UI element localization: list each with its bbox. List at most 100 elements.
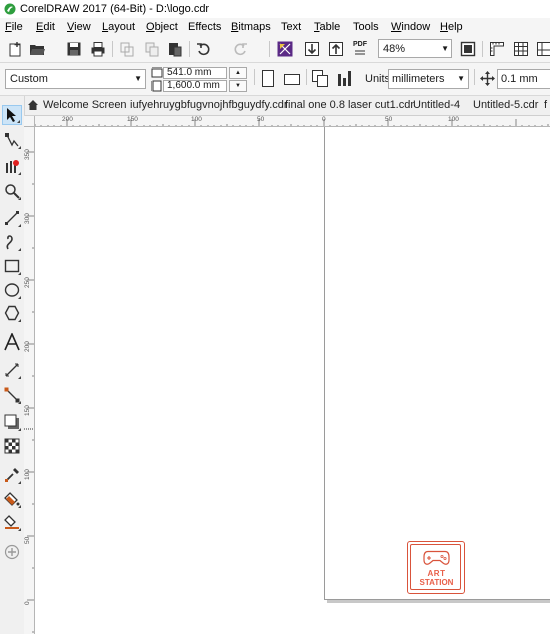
flyout-indicator-icon (18, 146, 21, 149)
tab-document[interactable]: iufyehruygbfugvnojhfbguydfy.cdr (130, 99, 288, 111)
full-screen-preview-icon[interactable] (458, 39, 478, 59)
units-value: millimeters (392, 73, 445, 85)
flyout-indicator-icon (18, 319, 21, 322)
nudge-distance-icon (480, 71, 495, 86)
show-rulers-icon[interactable] (487, 39, 507, 59)
ruler-tick-label: 350 (24, 149, 31, 160)
ruler-origin-corner[interactable] (24, 116, 35, 127)
menu-edit[interactable]: Edit (36, 21, 55, 33)
tab-document[interactable]: Untitled-5.cdr (473, 99, 538, 111)
artistic-media-tool-icon[interactable] (2, 232, 22, 252)
flyout-indicator-icon (18, 296, 21, 299)
menu-file[interactable]: File (5, 21, 23, 33)
export-icon[interactable] (326, 39, 346, 59)
standard-toolbar: ▼ ▼ ▼ PDF (0, 36, 550, 89)
drawing-canvas[interactable]: ART STATION (35, 127, 550, 634)
add-tool-icon[interactable] (2, 542, 22, 562)
current-page-icon[interactable] (337, 70, 353, 87)
units-combo[interactable]: millimeters ▼ (388, 69, 469, 89)
page-height-field[interactable]: 1,600.0 mm (163, 80, 227, 92)
menu-view[interactable]: View (67, 21, 91, 33)
flyout-indicator-icon (18, 401, 21, 404)
pick-tool-icon[interactable] (2, 105, 22, 125)
home-icon[interactable] (27, 99, 39, 111)
undo-icon[interactable] (194, 39, 214, 59)
polygon-tool-icon[interactable] (2, 303, 22, 323)
connector-tool-icon[interactable] (2, 385, 22, 405)
chevron-down-icon[interactable]: ▼ (441, 44, 449, 53)
page-height-stepper[interactable]: ▼ (229, 80, 247, 92)
show-guidelines-icon[interactable] (534, 39, 550, 59)
art-station-logo[interactable]: ART STATION (407, 541, 465, 594)
parallel-dimension-tool-icon[interactable] (2, 360, 22, 380)
menu-object[interactable]: Object (146, 21, 178, 33)
document-tab-bar: Welcome Screen iufyehruygbfugvnojhfbguyd… (24, 96, 550, 116)
interactive-fill-tool-icon[interactable] (2, 489, 22, 509)
menu-bitmaps[interactable]: Bitmaps (231, 21, 271, 33)
redo-icon[interactable] (230, 39, 250, 59)
paste-icon[interactable] (165, 39, 185, 59)
page-width-stepper[interactable]: ▲ (229, 67, 247, 79)
logo-inner-frame: ART STATION (410, 544, 461, 590)
flyout-indicator-icon (18, 376, 21, 379)
nudge-distance-field[interactable]: 0.1 mm (497, 69, 550, 89)
page-size-preset-combo[interactable]: Custom ▼ (5, 69, 146, 89)
freehand-tool-icon[interactable] (2, 208, 22, 228)
search-content-icon[interactable] (275, 39, 295, 59)
flyout-indicator-icon (18, 428, 21, 431)
menu-window[interactable]: Window (391, 21, 430, 33)
transparency-tool-icon[interactable] (2, 436, 22, 456)
show-grid-icon[interactable] (511, 39, 531, 59)
save-icon[interactable] (64, 39, 84, 59)
cut-icon[interactable] (117, 39, 137, 59)
landscape-orientation-icon[interactable] (284, 74, 300, 85)
rectangle-tool-icon[interactable] (2, 256, 22, 276)
flyout-indicator-icon (18, 481, 21, 484)
horizontal-ruler[interactable]: 200 150 100 50 0 50 100 (35, 116, 550, 127)
import-icon[interactable] (302, 39, 322, 59)
toolbox (0, 96, 25, 634)
all-pages-icon[interactable] (312, 70, 328, 87)
publish-pdf-icon[interactable]: PDF (350, 39, 370, 59)
page-height-icon (151, 80, 162, 92)
page-size-preset-value: Custom (10, 73, 48, 85)
shape-tool-icon[interactable] (2, 130, 22, 150)
page-width-field[interactable]: 541.0 mm (163, 67, 227, 79)
tab-overflow-indicator[interactable]: f (544, 99, 547, 111)
menu-effects[interactable]: Effects (188, 21, 221, 33)
menu-layout[interactable]: Layout (102, 21, 135, 33)
ellipse-tool-icon[interactable] (2, 280, 22, 300)
crop-tool-icon[interactable] (2, 156, 22, 176)
menu-help[interactable]: Help (440, 21, 463, 33)
ruler-tick-label: 200 (62, 116, 73, 123)
vertical-ruler[interactable]: 350 300 250 200 150 100 50 0 (24, 127, 35, 634)
pdf-label: PDF (353, 41, 367, 48)
menu-text[interactable]: Text (281, 21, 301, 33)
print-icon[interactable] (88, 39, 108, 59)
tab-welcome-screen[interactable]: Welcome Screen (43, 99, 127, 111)
open-icon[interactable] (28, 39, 48, 59)
eyedropper-tool-icon[interactable] (2, 465, 22, 485)
drop-shadow-tool-icon[interactable] (2, 412, 22, 432)
title-bar: CorelDRAW 2017 (64-Bit) - D:\logo.cdr (0, 0, 550, 18)
toolbar-separator (189, 41, 190, 57)
copy-icon[interactable] (142, 39, 162, 59)
smart-fill-tool-icon[interactable] (2, 512, 22, 532)
nudge-distance-value: 0.1 mm (501, 73, 538, 85)
chevron-down-icon[interactable]: ▼ (134, 74, 142, 83)
menu-tools[interactable]: Tools (353, 21, 379, 33)
new-document-icon[interactable] (5, 39, 25, 59)
zoom-tool-icon[interactable] (2, 181, 22, 201)
chevron-down-icon[interactable]: ▼ (457, 74, 465, 83)
flyout-indicator-icon (18, 197, 21, 200)
ruler-tick-label: 50 (24, 536, 31, 544)
zoom-level-combo[interactable]: 48% ▼ (378, 39, 452, 58)
tab-document[interactable]: Untitled-4 (413, 99, 460, 111)
text-tool-icon[interactable] (2, 332, 22, 352)
ruler-tick-label: 100 (24, 469, 31, 480)
tab-document[interactable]: final one 0.8 laser cut1.cdr (285, 99, 414, 111)
portrait-orientation-icon[interactable] (262, 70, 274, 87)
menu-table[interactable]: Table (314, 21, 340, 33)
flyout-indicator-icon (17, 120, 20, 123)
ruler-tick-label: 300 (24, 213, 31, 224)
